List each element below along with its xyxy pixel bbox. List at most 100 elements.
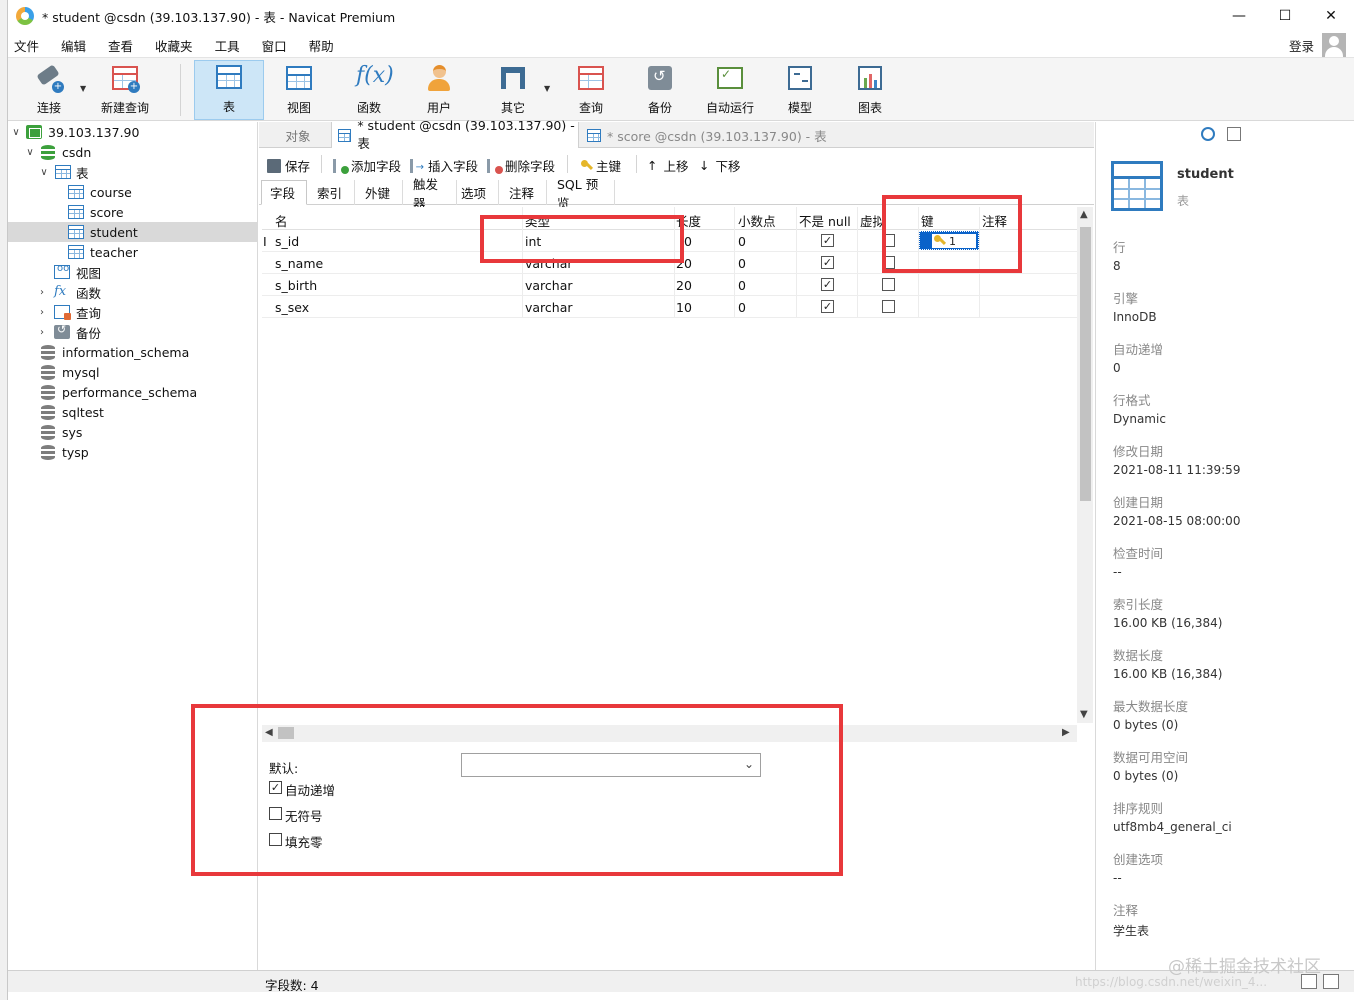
tree-item-database-csdn[interactable]: ∨ csdn (8, 142, 258, 162)
schedule-button[interactable]: 自动运行 (700, 60, 760, 120)
table-button[interactable]: 表 (194, 60, 264, 120)
menu-favorites[interactable]: 收藏夹 (149, 36, 205, 55)
field-decimals-cell[interactable]: 0 (738, 278, 746, 293)
field-length-cell[interactable]: 0 (684, 234, 692, 249)
menu-window[interactable]: 窗口 (256, 36, 299, 55)
others-button[interactable]: 其它 (490, 60, 536, 120)
menu-edit[interactable]: 编辑 (55, 36, 98, 55)
insert-field-button[interactable]: → 插入字段 (410, 156, 478, 175)
column-header-decimals[interactable]: 小数点 (738, 211, 776, 230)
tree-item-database[interactable]: tysp (8, 442, 258, 462)
login-link[interactable]: 登录 (1289, 36, 1314, 55)
delete-field-button[interactable]: 删除字段 (487, 156, 555, 175)
table-icon (587, 128, 601, 142)
field-length-cell[interactable]: 20 (676, 278, 692, 293)
tree-item-queries-folder[interactable]: › 查询 (8, 302, 258, 322)
others-dropdown-icon[interactable]: ▼ (544, 84, 550, 93)
model-button[interactable]: 模型 (777, 60, 823, 120)
expand-icon[interactable]: › (36, 307, 48, 318)
tab-options[interactable]: 选项 (453, 180, 499, 205)
column-header-name[interactable]: 名 (275, 211, 288, 230)
function-button[interactable]: f(x) 函数 (346, 60, 394, 120)
move-up-button[interactable]: ↑ 上移 (647, 156, 689, 175)
tree-item-database[interactable]: information_schema (8, 342, 258, 362)
field-name-cell[interactable]: s_sex (275, 300, 309, 315)
connect-button[interactable]: + 连接 (24, 60, 74, 120)
tree-item-table[interactable]: teacher (8, 242, 258, 262)
field-name-cell[interactable]: s_id (275, 234, 299, 249)
field-type-cell[interactable]: varchar (525, 300, 573, 315)
tab-triggers[interactable]: 触发器 (405, 177, 457, 211)
table-row[interactable]: s_birth varchar 20 0 ✓ (262, 274, 1077, 296)
primary-key-button[interactable]: 主键 (579, 156, 621, 175)
ddl-icon[interactable] (1227, 127, 1241, 141)
tree-item-views-folder[interactable]: 视图 (8, 262, 258, 282)
expand-icon[interactable]: › (36, 287, 48, 298)
field-name-cell[interactable]: s_birth (275, 278, 317, 293)
field-name-cell[interactable]: s_name (275, 256, 323, 271)
expand-icon[interactable]: › (36, 327, 48, 338)
maximize-button[interactable]: ☐ (1262, 0, 1308, 32)
collapse-icon[interactable]: ∨ (38, 167, 50, 178)
virtual-checkbox[interactable] (882, 278, 895, 291)
chart-button[interactable]: 图表 (847, 60, 893, 120)
grid-vertical-scrollbar[interactable]: ▲ ▼ (1077, 207, 1093, 723)
menu-help[interactable]: 帮助 (303, 36, 346, 55)
scroll-thumb[interactable] (1080, 227, 1091, 501)
tree-item-tables-folder[interactable]: ∨ 表 (8, 162, 258, 182)
user-avatar-icon[interactable] (1322, 33, 1346, 57)
tab-comment[interactable]: 注释 (501, 180, 547, 205)
tab-student-table[interactable]: * student @csdn (39.103.137.90) - 表 (331, 118, 579, 151)
field-type-cell[interactable]: varchar (525, 278, 573, 293)
collapse-icon[interactable]: ∨ (24, 147, 36, 158)
not-null-checkbox[interactable]: ✓ (821, 234, 834, 247)
tab-objects[interactable]: 对象 (259, 122, 331, 148)
tab-fields[interactable]: 字段 (261, 180, 307, 205)
not-null-checkbox[interactable]: ✓ (821, 278, 834, 291)
field-decimals-cell[interactable]: 0 (738, 256, 746, 271)
tree-item-database[interactable]: sqltest (8, 402, 258, 422)
close-button[interactable]: ✕ (1308, 0, 1354, 32)
field-length-cell[interactable]: 10 (676, 300, 692, 315)
tree-item-database[interactable]: performance_schema (8, 382, 258, 402)
field-decimals-cell[interactable]: 0 (738, 300, 746, 315)
tab-foreign-keys[interactable]: 外键 (357, 180, 403, 205)
tree-item-table[interactable]: score (8, 202, 258, 222)
menu-view[interactable]: 查看 (102, 36, 145, 55)
field-decimals-cell[interactable]: 0 (738, 234, 746, 249)
tree-item-server[interactable]: ∨ 39.103.137.90 (8, 122, 258, 142)
tree-item-backups-folder[interactable]: › 备份 (8, 322, 258, 342)
tree-item-functions-folder[interactable]: › fx 函数 (8, 282, 258, 302)
column-header-not-null[interactable]: 不是 null (799, 211, 851, 230)
view-button[interactable]: 视图 (276, 60, 322, 120)
tab-indexes[interactable]: 索引 (309, 180, 355, 205)
form-view-icon[interactable] (1323, 974, 1339, 989)
query-button[interactable]: 查询 (568, 60, 614, 120)
scroll-up-icon[interactable]: ▲ (1080, 209, 1088, 220)
tab-score-table[interactable]: * score @csdn (39.103.137.90) - 表 (581, 122, 831, 148)
info-icon[interactable] (1201, 127, 1215, 141)
menu-file[interactable]: 文件 (8, 36, 51, 55)
backup-button[interactable]: 备份 (637, 60, 683, 120)
tree-item-table[interactable]: course (8, 182, 258, 202)
connect-dropdown-icon[interactable]: ▼ (80, 84, 86, 93)
collapse-icon[interactable]: ∨ (10, 127, 22, 138)
table-label: teacher (90, 244, 138, 260)
tree-item-database[interactable]: sys (8, 422, 258, 442)
menu-tools[interactable]: 工具 (209, 36, 252, 55)
scroll-right-icon[interactable]: ▶ (1062, 727, 1070, 738)
virtual-checkbox[interactable] (882, 300, 895, 313)
not-null-checkbox[interactable]: ✓ (821, 300, 834, 313)
tab-sql-preview[interactable]: SQL 预览 (549, 177, 615, 211)
tree-item-table-selected[interactable]: student (8, 222, 258, 242)
table-row[interactable]: s_sex varchar 10 0 ✓ (262, 296, 1077, 318)
tree-item-database[interactable]: mysql (8, 362, 258, 382)
user-button[interactable]: 用户 (416, 60, 462, 120)
new-query-button[interactable]: + 新建查询 (96, 60, 154, 120)
move-down-button[interactable]: ↓ 下移 (699, 156, 741, 175)
scroll-down-icon[interactable]: ▼ (1080, 709, 1088, 720)
minimize-button[interactable]: — (1216, 0, 1262, 32)
add-field-button[interactable]: 添加字段 (333, 156, 401, 175)
save-button[interactable]: 保存 (267, 156, 310, 175)
not-null-checkbox[interactable]: ✓ (821, 256, 834, 269)
